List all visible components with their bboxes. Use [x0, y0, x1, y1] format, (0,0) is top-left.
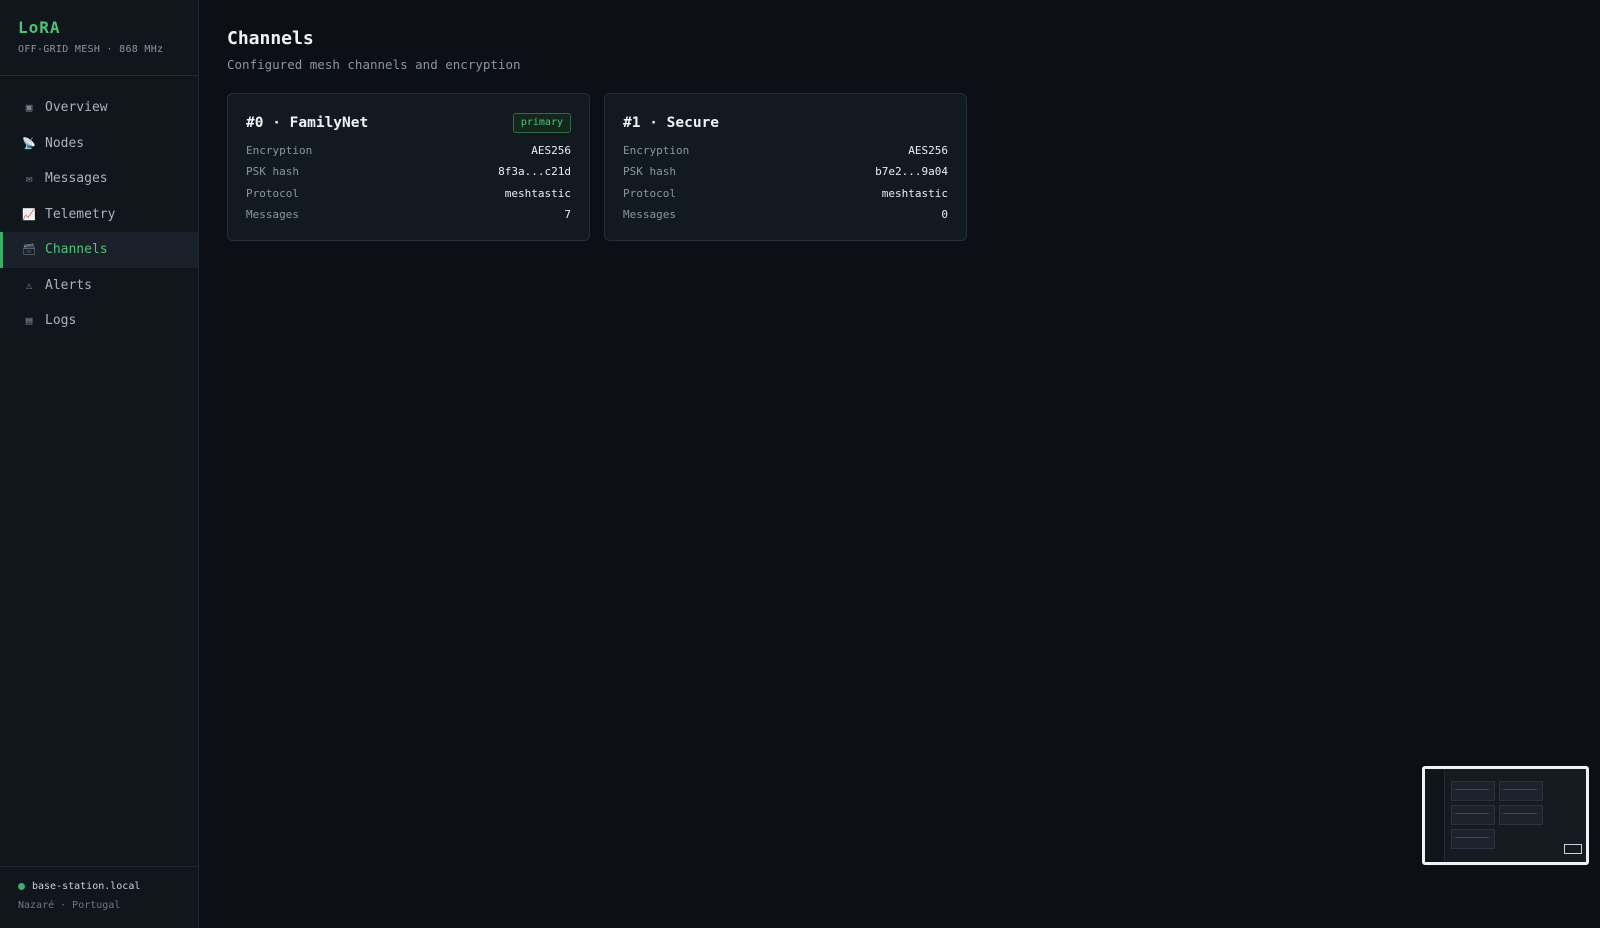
sidebar-item-label: Channels: [45, 242, 108, 258]
detail-value: 8f3a...c21d: [498, 165, 571, 179]
detail-row-psk-hash: PSK hash b7e2...9a04: [623, 161, 948, 182]
location-text: Nazaré · Portugal: [18, 900, 121, 911]
detail-row-encryption: Encryption AES256: [246, 140, 571, 161]
envelope-icon: ✉: [25, 172, 33, 186]
detail-key: PSK hash: [246, 165, 299, 179]
app-window: LoRA OFF-GRID MESH · 868 MHz ▣ Overview …: [0, 0, 1600, 928]
satellite-dish-icon: 📡: [22, 136, 36, 150]
minimap-card: [1499, 781, 1543, 801]
channel-details: Encryption AES256 PSK hash 8f3a...c21d P…: [246, 140, 571, 225]
channel-details: Encryption AES256 PSK hash b7e2...9a04 P…: [623, 140, 948, 225]
minimap-card: [1451, 781, 1495, 801]
channel-card-header: #0 · FamilyNet primary: [246, 112, 571, 134]
detail-value: AES256: [908, 144, 948, 158]
card-box-icon: 🗃: [22, 243, 36, 257]
host-name: base-station.local: [32, 881, 141, 892]
primary-badge: primary: [512, 113, 571, 133]
detail-row-protocol: Protocol meshtastic: [246, 183, 571, 204]
detail-key: Messages: [623, 208, 676, 222]
channel-card[interactable]: #0 · FamilyNet primary Encryption AES256…: [227, 93, 590, 241]
sidebar-item-label: Messages: [45, 171, 108, 187]
sidebar-item-label: Telemetry: [45, 206, 116, 222]
sidebar-item-label: Nodes: [45, 135, 85, 151]
detail-key: Encryption: [623, 144, 690, 158]
detail-row-protocol: Protocol meshtastic: [623, 183, 948, 204]
overview-icon: ▣: [25, 101, 33, 115]
sidebar-item-channels[interactable]: 🗃 Channels: [0, 232, 198, 268]
detail-row-messages: Messages 7: [246, 204, 571, 225]
sidebar-item-label: Alerts: [45, 277, 92, 293]
minimap-sidebar: [1425, 769, 1445, 862]
sidebar-item-logs[interactable]: ▤ Logs: [0, 303, 198, 339]
detail-key: Messages: [246, 208, 299, 222]
sidebar-item-overview[interactable]: ▣ Overview: [0, 90, 198, 126]
sidebar-item-nodes[interactable]: 📡 Nodes: [0, 126, 198, 162]
status-dot-icon: [18, 883, 25, 890]
minimap-card: [1499, 805, 1543, 825]
brand: LoRA OFF-GRID MESH · 868 MHz: [0, 0, 198, 76]
detail-value: meshtastic: [504, 186, 571, 200]
detail-key: Protocol: [623, 186, 676, 200]
sidebar-item-telemetry[interactable]: 📈 Telemetry: [0, 197, 198, 233]
sidebar-footer: base-station.local Nazaré · Portugal: [0, 866, 198, 928]
minimap-line: [1455, 813, 1489, 814]
detail-value: meshtastic: [881, 186, 948, 200]
sidebar-item-messages[interactable]: ✉ Messages: [0, 161, 198, 197]
brand-subtitle: OFF-GRID MESH · 868 MHz: [18, 44, 164, 55]
detail-row-psk-hash: PSK hash 8f3a...c21d: [246, 161, 571, 182]
detail-key: Protocol: [246, 186, 299, 200]
detail-value: 7: [564, 208, 571, 222]
brand-title: LoRA: [18, 18, 61, 37]
sidebar: LoRA OFF-GRID MESH · 868 MHz ▣ Overview …: [0, 0, 199, 928]
minimap-viewport[interactable]: [1564, 844, 1582, 854]
logs-icon: ▤: [25, 314, 33, 328]
sidebar-nav: ▣ Overview 📡 Nodes ✉ Messages 📈 Telemetr…: [0, 90, 198, 339]
sidebar-item-label: Logs: [45, 313, 77, 329]
page-subtitle: Configured mesh channels and encryption: [227, 57, 521, 72]
channel-card[interactable]: #1 · Secure Encryption AES256 PSK hash b…: [604, 93, 967, 241]
sidebar-item-label: Overview: [45, 100, 108, 116]
warning-icon: ⚠: [25, 278, 33, 292]
minimap[interactable]: [1422, 766, 1589, 865]
channel-title: #1 · Secure: [623, 115, 720, 131]
minimap-line: [1455, 789, 1489, 790]
detail-key: PSK hash: [623, 165, 676, 179]
minimap-line: [1503, 789, 1537, 790]
detail-value: 0: [941, 208, 948, 222]
sidebar-item-alerts[interactable]: ⚠ Alerts: [0, 268, 198, 304]
host-status: base-station.local: [18, 881, 180, 892]
minimap-card: [1451, 829, 1495, 849]
channel-card-header: #1 · Secure: [623, 112, 948, 134]
detail-key: Encryption: [246, 144, 313, 158]
minimap-card: [1451, 805, 1495, 825]
minimap-line: [1503, 813, 1537, 814]
minimap-line: [1455, 837, 1489, 838]
channel-cards: #0 · FamilyNet primary Encryption AES256…: [227, 93, 1572, 241]
page-title: Channels: [227, 28, 314, 49]
chart-icon: 📈: [22, 207, 36, 221]
main-content: Channels Configured mesh channels and en…: [199, 0, 1600, 928]
detail-row-encryption: Encryption AES256: [623, 140, 948, 161]
detail-value: b7e2...9a04: [875, 165, 948, 179]
detail-row-messages: Messages 0: [623, 204, 948, 225]
detail-value: AES256: [531, 144, 571, 158]
channel-title: #0 · FamilyNet: [246, 115, 369, 131]
